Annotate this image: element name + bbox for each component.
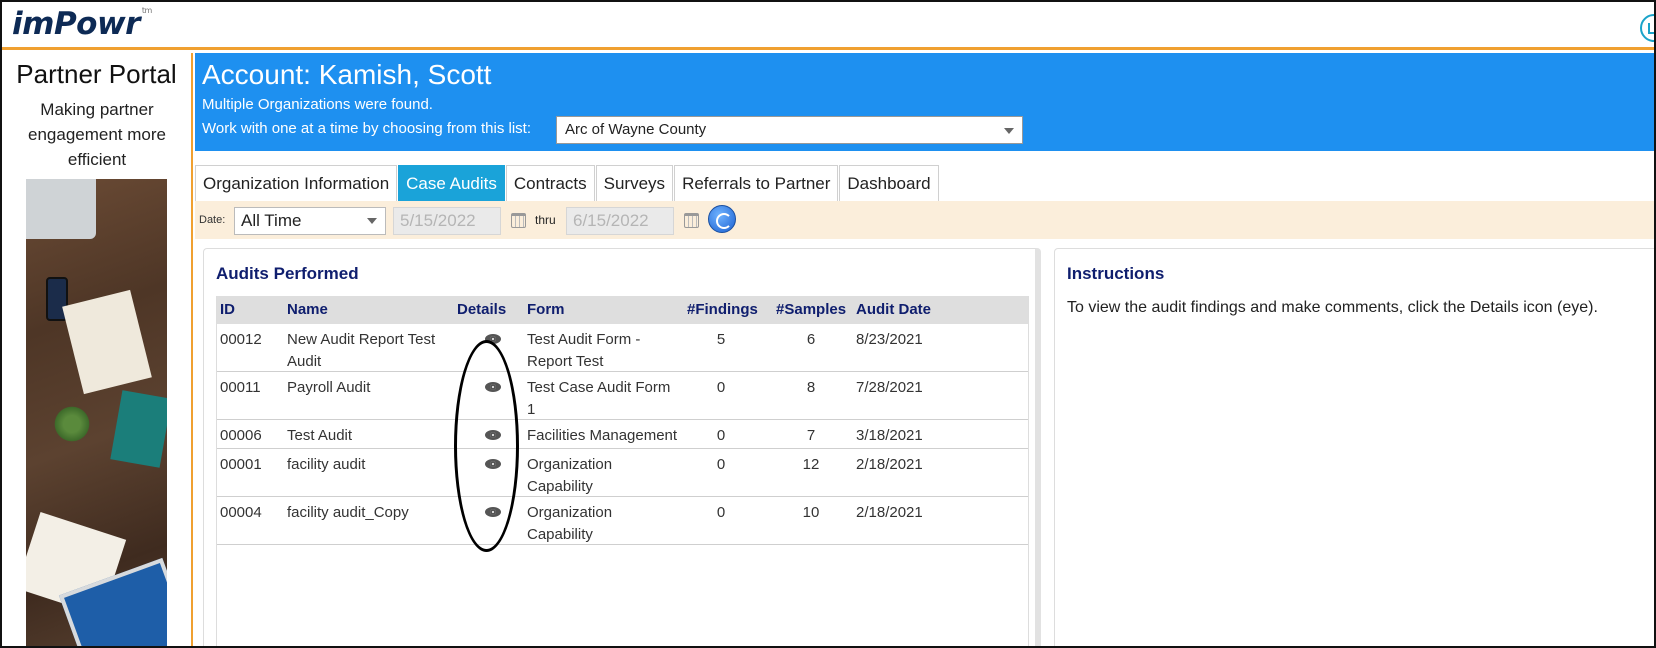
column-header-samples[interactable]: #Samples	[776, 301, 846, 318]
eye-icon[interactable]	[485, 334, 501, 344]
organization-select[interactable]: Arc of Wayne County	[556, 116, 1023, 144]
cell-id: 00004	[220, 504, 262, 521]
cell-findings: 0	[716, 427, 726, 444]
cell-id: 00001	[220, 456, 262, 473]
tab-dashboard[interactable]: Dashboard	[839, 165, 939, 201]
table-row[interactable]: 00001 facility audit Organization Capabi…	[217, 449, 1028, 497]
end-date-input[interactable]: 6/15/2022	[566, 207, 674, 235]
cell-findings: 0	[716, 456, 726, 473]
tab-contracts[interactable]: Contracts	[505, 165, 595, 201]
cell-audit-date: 3/18/2021	[856, 427, 923, 444]
table-header: ID Name Details Form #Findings #Samples …	[217, 296, 1028, 324]
cell-samples: 7	[806, 427, 816, 444]
workspace-photo	[26, 179, 167, 646]
date-filter-bar: Date: All Time 5/15/2022 thru 6/15/2022	[195, 201, 1654, 239]
thru-label: thru	[535, 213, 556, 227]
instructions-text: To view the audit findings and make comm…	[1067, 299, 1598, 316]
cell-name: facility audit_Copy	[287, 504, 409, 521]
instructions-title: Instructions	[1067, 264, 1165, 283]
portal-tagline: Making partner engagement more efficient	[28, 100, 166, 169]
cell-samples: 8	[806, 379, 816, 396]
home-icon[interactable]	[1640, 14, 1654, 42]
audits-table: ID Name Details Form #Findings #Samples …	[216, 296, 1029, 646]
audits-performed-panel: Audits Performed ID Name Details Form #F…	[203, 248, 1041, 646]
date-range-value: All Time	[241, 211, 302, 230]
cell-name: facility audit	[287, 456, 366, 473]
table-row[interactable]: 00011 Payroll Audit Test Case Audit Form…	[217, 372, 1028, 420]
cell-name: New Audit Report Test Audit	[287, 331, 436, 370]
logo-suffix: Powr	[53, 6, 140, 42]
photo-notebook	[62, 289, 152, 395]
cell-name: Test Audit	[287, 427, 353, 444]
cell-audit-date: 8/23/2021	[856, 331, 923, 348]
column-header-details[interactable]: Details	[457, 301, 506, 318]
top-bar: imPowr tm	[2, 2, 1654, 50]
eye-icon[interactable]	[485, 430, 501, 440]
eye-icon[interactable]	[485, 507, 501, 517]
cell-samples: 12	[802, 456, 820, 473]
cell-findings: 0	[716, 379, 726, 396]
account-title: Account: Kamish, Scott	[202, 59, 492, 90]
cell-audit-date: 2/18/2021	[856, 456, 923, 473]
tab-referrals-to-partner[interactable]: Referrals to Partner	[674, 165, 839, 201]
eye-icon[interactable]	[485, 382, 501, 392]
cell-findings: 0	[716, 504, 726, 521]
cell-form: Facilities Management	[527, 427, 678, 444]
refresh-icon[interactable]	[708, 205, 736, 233]
tab-case-audits[interactable]: Case Audits	[398, 165, 505, 201]
table-row[interactable]: 00012 New Audit Report Test Audit Test A…	[217, 324, 1028, 372]
cell-samples: 10	[802, 504, 820, 521]
cell-form: Test Case Audit Form 1	[527, 379, 671, 418]
cell-audit-date: 7/28/2021	[856, 379, 923, 396]
portal-title: Partner Portal	[16, 59, 177, 89]
date-label: Date:	[199, 214, 226, 226]
instructions-panel: Instructions To view the audit findings …	[1054, 248, 1654, 646]
tab-bar: Organization Information Case Audits Con…	[195, 165, 940, 201]
account-header: Account: Kamish, Scott Multiple Organiza…	[195, 53, 1654, 151]
column-header-findings[interactable]: #Findings	[687, 301, 758, 318]
cell-form: Test Audit Form - Report Test	[527, 331, 641, 370]
column-header-form[interactable]: Form	[527, 301, 565, 318]
chevron-down-icon	[1004, 128, 1014, 134]
cell-form: Organization Capability	[527, 456, 613, 495]
chevron-down-icon	[367, 218, 377, 224]
calendar-icon[interactable]	[511, 213, 526, 228]
cell-name: Payroll Audit	[287, 379, 371, 396]
calendar-icon[interactable]	[684, 213, 699, 228]
cell-samples: 6	[806, 331, 816, 348]
cell-form: Organization Capability	[527, 504, 613, 543]
photo-laptop-top	[26, 179, 96, 239]
choose-org-prompt: Work with one at a time by choosing from…	[202, 120, 532, 137]
photo-teal-folder	[110, 390, 167, 468]
photo-plant	[52, 404, 92, 444]
column-header-name[interactable]: Name	[287, 301, 328, 318]
eye-icon[interactable]	[485, 459, 501, 469]
logo-trademark: tm	[141, 6, 152, 15]
start-date-input[interactable]: 5/15/2022	[393, 207, 501, 235]
column-header-audit-date[interactable]: Audit Date	[856, 301, 931, 318]
window-frame: imPowr tm Partner Portal Making partner e…	[0, 0, 1656, 648]
cell-id: 00011	[220, 379, 261, 396]
multiple-orgs-message: Multiple Organizations were found.	[202, 96, 433, 113]
table-row[interactable]: 00004 facility audit_Copy Organization C…	[217, 497, 1028, 545]
cell-id: 00006	[220, 427, 262, 444]
audits-panel-title: Audits Performed	[216, 264, 359, 283]
date-range-select[interactable]: All Time	[234, 207, 386, 235]
organization-select-value: Arc of Wayne County	[565, 121, 707, 138]
impowr-logo[interactable]: imPowr tm	[12, 6, 152, 42]
cell-audit-date: 2/18/2021	[856, 504, 923, 521]
logo-prefix: im	[12, 6, 54, 42]
table-row[interactable]: 00006 Test Audit Facilities Management 0…	[217, 420, 1028, 449]
cell-findings: 5	[716, 331, 726, 348]
tab-surveys[interactable]: Surveys	[595, 165, 674, 201]
cell-id: 00012	[220, 331, 262, 348]
column-header-id[interactable]: ID	[220, 301, 235, 318]
tab-organization-information[interactable]: Organization Information	[195, 165, 398, 201]
sidebar: Partner Portal Making partner engagement…	[2, 53, 193, 646]
